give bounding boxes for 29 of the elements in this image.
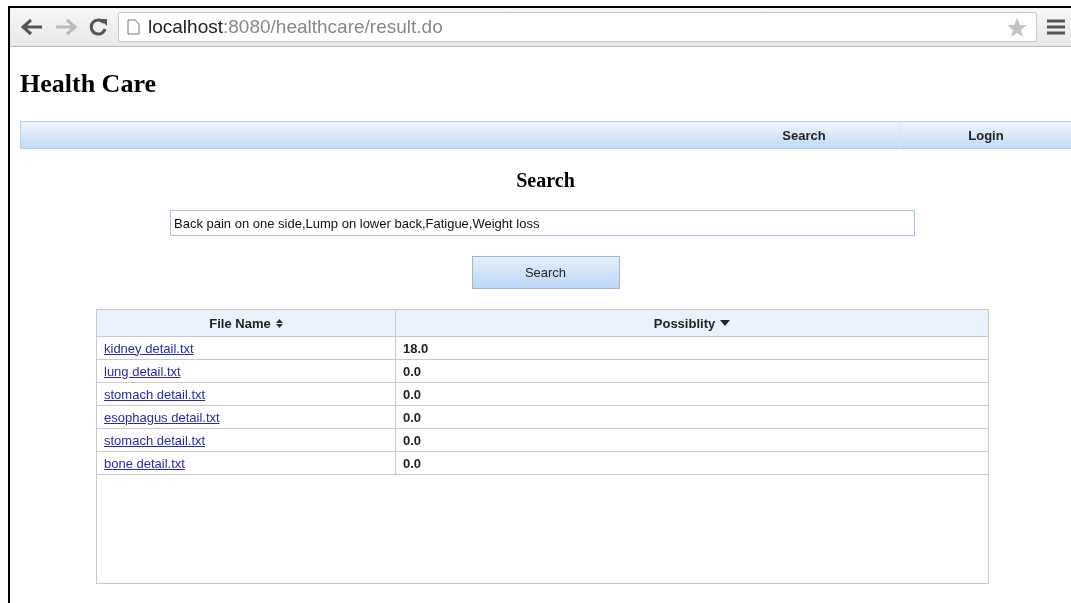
back-icon[interactable] — [20, 18, 44, 36]
page-heading: Search — [515, 169, 576, 192]
file-link[interactable]: esophagus detail.txt — [104, 409, 220, 425]
file-link[interactable]: stomach detail.txt — [104, 386, 206, 402]
possibility-value: 0.0 — [403, 409, 422, 425]
address-bar[interactable]: localhost:8080/healthcare/result.do — [118, 12, 1037, 42]
url-text: localhost:8080/healthcare/result.do — [148, 16, 443, 38]
column-header[interactable]: File Name — [209, 315, 271, 331]
possibility-value: 0.0 — [403, 363, 422, 379]
site-title: Health Care — [20, 69, 157, 100]
file-link[interactable]: bone detail.txt — [104, 455, 185, 471]
file-link[interactable]: lung detail.txt — [104, 363, 181, 379]
sort-descending-icon[interactable] — [720, 320, 731, 326]
possibility-value: 18.0 — [403, 340, 429, 356]
file-link[interactable]: kidney detail.txt — [104, 340, 194, 356]
search-field[interactable]: Back pain on one side,Lump on lower back,Fatigue,Weight loss — [170, 210, 915, 236]
nav-link[interactable]: Login — [899, 122, 1071, 148]
star-icon[interactable] — [1006, 16, 1028, 38]
possibility-value: 0.0 — [403, 386, 422, 402]
search-button[interactable]: Search — [471, 256, 620, 289]
menu-icon[interactable] — [1047, 19, 1065, 35]
sort-icon[interactable] — [275, 318, 283, 328]
file-link[interactable]: stomach detail.txt — [104, 432, 206, 448]
column-header[interactable]: Possiblity — [653, 315, 716, 331]
page-icon — [127, 19, 140, 35]
nav-link[interactable]: Search — [709, 122, 899, 148]
possibility-value: 0.0 — [403, 432, 422, 448]
reload-icon[interactable] — [88, 17, 108, 37]
possibility-value: 0.0 — [403, 455, 422, 471]
